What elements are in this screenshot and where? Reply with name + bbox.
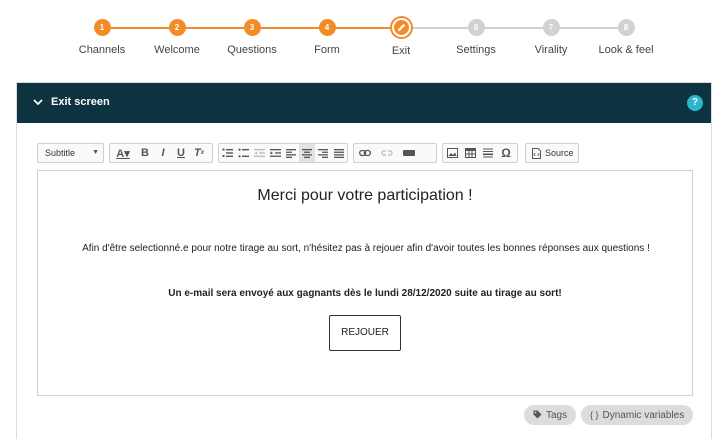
editor-toolbar: Subtitle ▼ A▾ B I U Tx Ω Source [37, 143, 697, 163]
paragraph-group [218, 143, 348, 163]
source-label: Source [545, 148, 574, 158]
align-left-icon[interactable] [283, 144, 299, 162]
dropdown-arrow-icon: ▼ [92, 149, 99, 156]
exit-paragraph: Afin d'être selectionné.e pour notre tir… [82, 243, 650, 254]
rich-text-editor[interactable]: Merci pour votre participation ! Afin d'… [37, 170, 693, 396]
step-number: 7 [542, 19, 560, 36]
insert-group: Ω [442, 143, 518, 163]
link-icon[interactable] [354, 144, 376, 162]
align-justify-icon[interactable] [331, 144, 347, 162]
panel-header[interactable]: Exit screen ? [17, 83, 711, 123]
pencil-icon [391, 18, 411, 37]
unlink-icon[interactable] [376, 144, 398, 162]
dynamic-variables-label: Dynamic variables [602, 409, 685, 421]
text-format-group: A▾ B I U Tx [109, 143, 213, 163]
style-select-value: Subtitle [45, 148, 76, 158]
table-icon[interactable] [461, 144, 479, 162]
outdent-icon[interactable] [251, 144, 267, 162]
source-button[interactable]: Source [525, 143, 579, 163]
step-label: Look & feel [598, 44, 654, 56]
style-select[interactable]: Subtitle ▼ [37, 143, 104, 163]
clear-format-icon[interactable]: Tx [190, 144, 208, 162]
braces-icon: { } [590, 410, 599, 420]
dynamic-variables-button[interactable]: { } Dynamic variables [581, 405, 694, 425]
italic-icon[interactable]: I [154, 144, 172, 162]
horizontal-line-icon[interactable] [479, 144, 497, 162]
panel-title: Exit screen [51, 96, 110, 108]
progress-stepper: 1 Channels 2 Welcome 3 Questions 4 Form … [0, 0, 722, 70]
tags-label: Tags [546, 409, 568, 421]
bold-icon[interactable]: B [136, 144, 154, 162]
exit-bold-notice: Un e-mail sera envoyé aux gagnants dès l… [168, 288, 562, 299]
tag-icon [533, 410, 542, 421]
step-look-and-feel[interactable]: 8 Look & feel [581, 19, 671, 56]
help-icon[interactable]: ? [687, 95, 703, 111]
numbered-list-icon[interactable] [219, 144, 235, 162]
exit-screen-panel: Exit screen ? Subtitle ▼ A▾ B I U Tx Ω S… [16, 82, 712, 439]
replay-button[interactable]: REJOUER [329, 315, 401, 351]
exit-title: Merci pour votre participation ! [257, 187, 473, 204]
step-number: 1 [93, 19, 111, 36]
anchor-icon[interactable] [398, 144, 420, 162]
chevron-down-icon[interactable] [32, 96, 44, 108]
special-character-icon[interactable]: Ω [497, 144, 515, 162]
source-icon [529, 144, 543, 162]
step-number: 2 [168, 19, 186, 36]
step-number: 4 [318, 19, 336, 36]
bullet-list-icon[interactable] [235, 144, 251, 162]
link-group [353, 143, 437, 163]
step-number: 6 [467, 19, 485, 36]
tags-button[interactable]: Tags [524, 405, 577, 425]
step-number: 8 [617, 19, 635, 36]
align-center-icon[interactable] [299, 144, 315, 162]
underline-icon[interactable]: U [172, 144, 190, 162]
indent-icon[interactable] [267, 144, 283, 162]
text-color-icon[interactable]: A▾ [110, 144, 136, 162]
image-icon[interactable] [443, 144, 461, 162]
step-number: 3 [243, 19, 261, 36]
align-right-icon[interactable] [315, 144, 331, 162]
